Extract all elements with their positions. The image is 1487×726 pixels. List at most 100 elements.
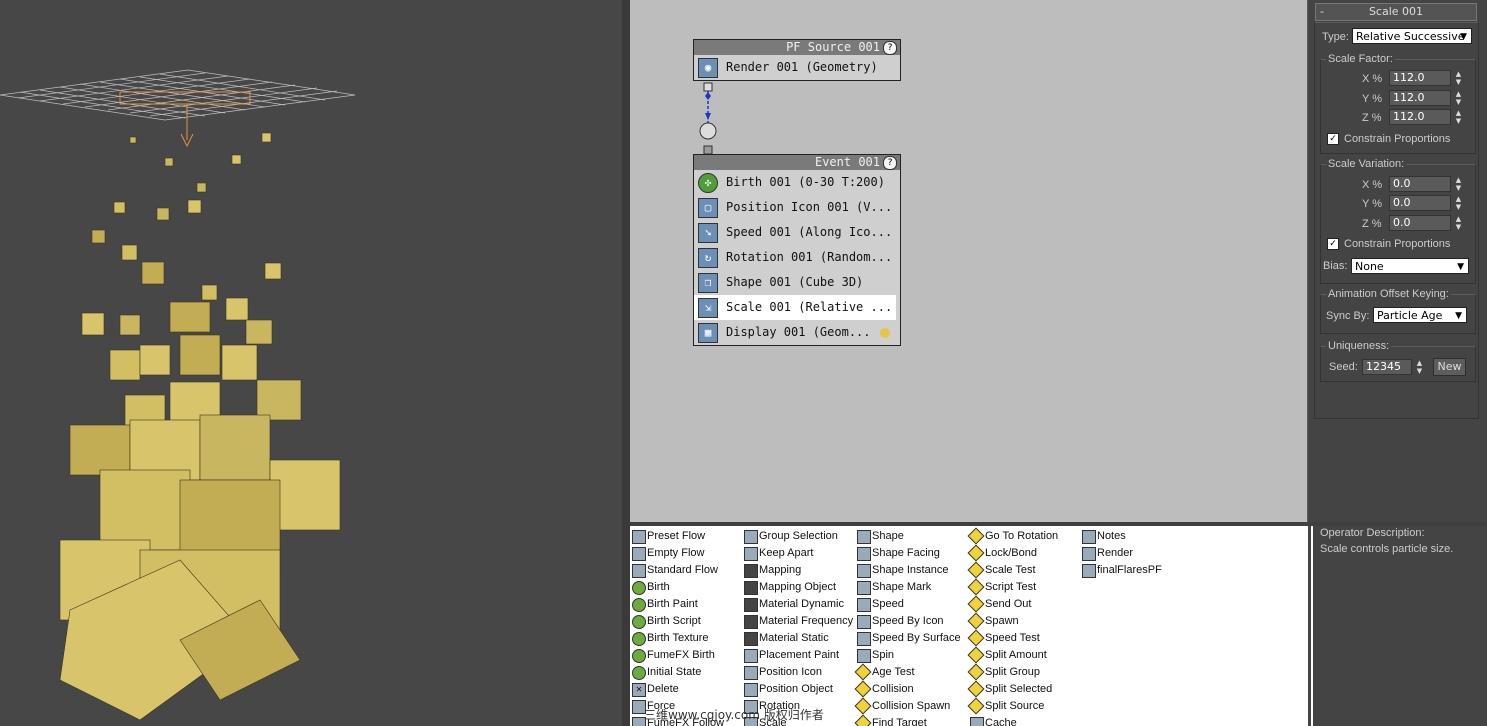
operator-rotation[interactable]: ↻ Rotation 001 (Random... xyxy=(694,245,900,270)
depot-item[interactable]: Initial State xyxy=(630,664,724,681)
depot-item[interactable]: Empty Flow xyxy=(630,545,724,562)
depot-item-label: Collision xyxy=(872,683,914,695)
depot-item-label: Split Group xyxy=(985,666,1041,678)
depot-item[interactable]: Birth Script xyxy=(630,613,724,630)
variation-x-spinner[interactable]: 0.0 xyxy=(1389,176,1451,192)
depot-item[interactable]: Script Test xyxy=(967,578,1058,596)
test-icon xyxy=(967,561,985,579)
depot-item[interactable]: Cache xyxy=(968,715,1058,726)
constrain-checkbox[interactable]: ✓ xyxy=(1327,133,1339,145)
speed-icon: ➘ xyxy=(698,223,718,243)
depot-item-label: Position Icon xyxy=(759,666,822,678)
spinner-arrows-icon[interactable]: ▲ ▼ xyxy=(1454,109,1463,125)
rotation-icon: ↻ xyxy=(698,248,718,268)
depot-item[interactable]: FumeFX Birth xyxy=(630,647,724,664)
depot-item[interactable]: Split Group xyxy=(967,663,1058,681)
birth-icon xyxy=(632,632,646,646)
depot-item[interactable]: Material Static xyxy=(742,630,853,647)
spinner-arrows-icon[interactable]: ▲ ▼ xyxy=(1454,176,1463,192)
depot-item[interactable]: Birth Paint xyxy=(630,596,724,613)
operator-display[interactable]: ▦ Display 001 (Geom... xyxy=(694,320,900,345)
depot-item[interactable]: Shape Mark xyxy=(855,579,961,596)
spinner-arrows-icon[interactable]: ▲ ▼ xyxy=(1415,359,1424,375)
viewport[interactable] xyxy=(0,0,622,726)
type-value: Relative Successive xyxy=(1356,30,1465,43)
depot-item[interactable]: Speed By Surface xyxy=(855,630,961,647)
viewport-divider[interactable] xyxy=(622,0,630,726)
depot-item[interactable]: Mapping xyxy=(742,562,853,579)
factor-z-spinner[interactable]: 112.0 xyxy=(1389,109,1451,125)
depot-item[interactable]: Send Out xyxy=(967,595,1058,613)
operator-birth[interactable]: ✣ Birth 001 (0-30 T:200) xyxy=(694,170,900,195)
constrain-variation-checkbox[interactable]: ✓ xyxy=(1327,238,1339,250)
particle-view-canvas[interactable]: PF Source 001 ? ◉ Render 001 (Geometry) … xyxy=(630,0,1308,522)
spinner-arrows-icon[interactable]: ▲ ▼ xyxy=(1454,195,1463,211)
spinner-arrows-icon[interactable]: ▲ ▼ xyxy=(1454,90,1463,106)
depot-item[interactable]: Material Frequency xyxy=(742,613,853,630)
factor-y-spinner[interactable]: 112.0 xyxy=(1389,90,1451,106)
depot-item[interactable]: Standard Flow xyxy=(630,562,724,579)
operator-speed[interactable]: ➘ Speed 001 (Along Ico... xyxy=(694,220,900,245)
operator-depot: Preset Flow Empty Flow Standard Flow Bir… xyxy=(630,526,1308,726)
depot-item[interactable]: Keep Apart xyxy=(742,545,853,562)
type-dropdown[interactable]: Relative Successive ▼ xyxy=(1352,28,1472,44)
new-seed-button[interactable]: New xyxy=(1433,358,1466,376)
depot-item[interactable]: Spin xyxy=(855,647,961,664)
depot-item[interactable]: Speed Test xyxy=(967,629,1058,647)
depot-item[interactable]: Position Object xyxy=(742,681,853,698)
lightbulb-icon[interactable]: ? xyxy=(883,156,897,170)
bias-dropdown[interactable]: None ▼ xyxy=(1351,258,1469,274)
spinner-arrows-icon[interactable]: ▲ ▼ xyxy=(1454,215,1463,231)
depot-item[interactable]: Split Amount xyxy=(967,646,1058,664)
depot-item[interactable]: Placement Paint xyxy=(742,647,853,664)
depot-item[interactable]: Split Source xyxy=(967,697,1058,715)
depot-item[interactable]: Split Selected xyxy=(967,680,1058,698)
depot-item[interactable]: Go To Rotation xyxy=(967,527,1058,545)
test-icon xyxy=(967,578,985,596)
event-node[interactable]: Event 001 ? ✣ Birth 001 (0-30 T:200) ▢ Pos… xyxy=(693,154,901,346)
depot-item[interactable]: Birth xyxy=(630,579,724,596)
depot-item[interactable]: Preset Flow xyxy=(630,528,724,545)
depot-item[interactable]: Find Target xyxy=(854,714,961,726)
depot-item[interactable]: Render xyxy=(1080,545,1162,562)
depot-item[interactable]: finalFlaresPF xyxy=(1080,562,1162,579)
depot-item[interactable]: Material Dynamic xyxy=(742,596,853,613)
depot-item[interactable]: Scale Test xyxy=(967,561,1058,579)
depot-item[interactable]: Collision Spawn xyxy=(854,697,961,715)
variation-y-spinner[interactable]: 0.0 xyxy=(1389,195,1451,211)
operator-shape[interactable]: ❒ Shape 001 (Cube 3D) xyxy=(694,270,900,295)
bias-label: Bias: xyxy=(1323,260,1348,272)
depot-item[interactable]: Spawn xyxy=(967,612,1058,630)
depot-item[interactable]: Position Icon xyxy=(742,664,853,681)
depot-item[interactable]: Notes xyxy=(1080,528,1162,545)
seed-spinner[interactable]: 12345 xyxy=(1362,359,1412,375)
factor-x-spinner[interactable]: 112.0 xyxy=(1389,70,1451,86)
depot-item[interactable]: Age Test xyxy=(854,663,961,681)
depot-item[interactable]: Speed By Icon xyxy=(855,613,961,630)
operator-position-icon[interactable]: ▢ Position Icon 001 (V... xyxy=(694,195,900,220)
rollout-header[interactable]: - Scale 001 xyxy=(1315,3,1477,21)
operator-label: Scale 001 (Relative ... xyxy=(726,300,893,314)
depot-item-label: Send Out xyxy=(985,598,1032,610)
depot-item[interactable]: Mapping Object xyxy=(742,579,853,596)
depot-item[interactable]: Shape Facing xyxy=(855,545,961,562)
depot-item[interactable]: ✕ Delete xyxy=(630,681,724,698)
emitter-grid[interactable] xyxy=(0,69,356,121)
display-color-swatch[interactable] xyxy=(880,328,890,338)
depot-item[interactable]: Birth Texture xyxy=(630,630,724,647)
depot-item[interactable]: Shape xyxy=(855,528,961,545)
event-header[interactable]: Event 001 ? xyxy=(694,155,900,170)
factor-x-label: X % xyxy=(1362,73,1383,85)
depot-item[interactable]: Lock/Bond xyxy=(967,544,1058,562)
depot-item[interactable]: Collision xyxy=(854,680,961,698)
variation-z-spinner[interactable]: 0.0 xyxy=(1389,215,1451,231)
depot-item[interactable]: Group Selection xyxy=(742,528,853,545)
collapse-icon[interactable]: - xyxy=(1320,4,1324,20)
depot-item[interactable]: Shape Instance xyxy=(855,562,961,579)
sync-by-dropdown[interactable]: Particle Age ▼ xyxy=(1373,307,1467,323)
mapping-icon xyxy=(744,564,758,578)
operator-scale[interactable]: ⇲ Scale 001 (Relative ... xyxy=(694,295,896,320)
depot-item-label: Speed Test xyxy=(985,632,1040,644)
depot-item[interactable]: Speed xyxy=(855,596,961,613)
spinner-arrows-icon[interactable]: ▲ ▼ xyxy=(1454,70,1463,86)
